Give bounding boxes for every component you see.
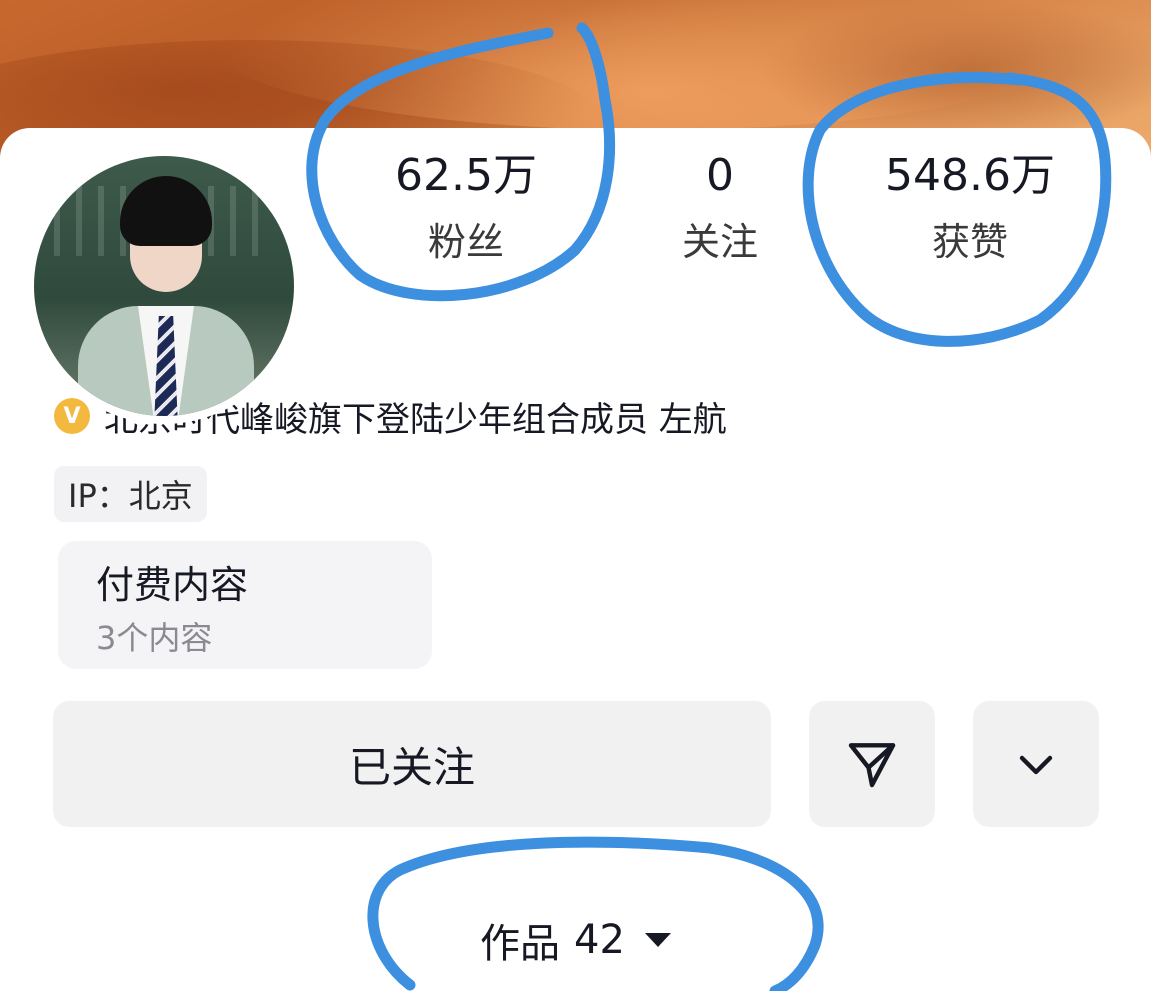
paid-content-card[interactable]: 付费内容 3个内容	[58, 541, 432, 669]
more-options-button[interactable]	[973, 701, 1099, 827]
ip-location-tag: IP：北京	[54, 466, 207, 522]
chevron-down-icon	[1019, 755, 1053, 775]
stat-likes[interactable]: 548.6万 获赞	[870, 148, 1070, 270]
fans-count: 62.5万	[395, 150, 537, 201]
stat-fans[interactable]: 62.5万 粉丝	[366, 148, 566, 270]
stat-following[interactable]: 0 关注	[620, 148, 820, 270]
works-tab-label: 作品	[480, 921, 561, 967]
send-icon	[848, 743, 896, 788]
tab-works[interactable]: 作品 42	[0, 908, 1151, 972]
likes-count: 548.6万	[885, 150, 1055, 201]
following-count: 0	[706, 150, 734, 201]
likes-label: 获赞	[931, 220, 1008, 264]
works-count: 42	[574, 917, 625, 963]
caret-down-icon	[644, 933, 671, 947]
profile-card: 62.5万 粉丝 0 关注 548.6万 获赞 航酱 ★ V 北京时代峰峻旗下登…	[0, 128, 1151, 991]
fans-label: 粉丝	[427, 220, 504, 264]
avatar-photo	[34, 156, 294, 416]
following-label: 关注	[681, 220, 758, 264]
paid-content-count: 3个内容	[96, 619, 213, 657]
message-button[interactable]	[809, 701, 935, 827]
followed-button[interactable]: 已关注	[53, 701, 771, 827]
avatar[interactable]	[26, 148, 302, 424]
paid-content-title: 付费内容	[96, 563, 249, 607]
